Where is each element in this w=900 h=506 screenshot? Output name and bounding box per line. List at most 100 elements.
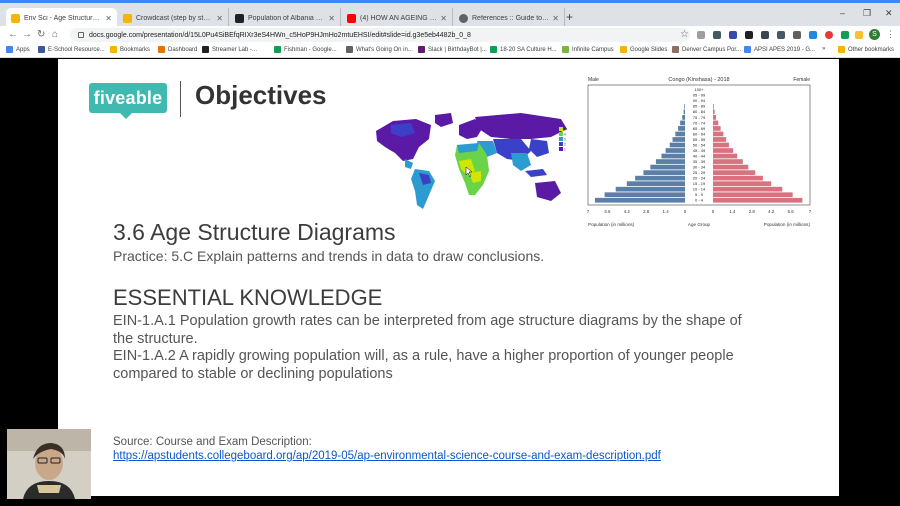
close-icon[interactable]: ✕ — [216, 14, 223, 23]
slide-header: Objectives — [195, 80, 327, 110]
bookmark-label: 18-20 SA Culture H... — [500, 46, 557, 53]
extension-icon[interactable] — [855, 31, 863, 39]
male-bar — [683, 109, 685, 115]
site-icon — [490, 46, 497, 53]
female-bar — [713, 197, 803, 203]
male-bar — [678, 126, 685, 131]
bookmark-other[interactable]: Other bookmarks — [838, 46, 894, 53]
bookmark-google-slides[interactable]: Google Slides — [620, 46, 667, 53]
bookmark-whats-going-on[interactable]: What's Going On in... — [346, 46, 413, 53]
tab-title: References :: Guide to Country P — [472, 15, 550, 22]
male-bar — [682, 115, 685, 120]
x-tick-label: 7 — [809, 209, 812, 214]
presentation-slide: fiveable Objectives 5+ 4 3 2 1 Male Cong… — [58, 59, 839, 496]
site-icon — [38, 46, 45, 53]
star-icon — [110, 46, 117, 53]
legend-swatch — [559, 132, 563, 136]
minimize-button[interactable]: – — [840, 8, 845, 18]
bookmark-denver-campus[interactable]: Denver Campus Por... — [672, 46, 741, 53]
logo-tail — [120, 113, 132, 119]
extension-icon[interactable] — [697, 31, 705, 39]
age-group-label: 90 - 94 — [693, 98, 706, 103]
bookmark-slack[interactable]: Slack | BirthdayBot |... — [418, 46, 487, 53]
new-tab-button[interactable]: + — [566, 10, 573, 24]
bookmark-apps[interactable]: Apps — [6, 46, 30, 53]
age-group-label: 55 - 59 — [693, 137, 706, 142]
x-tick-label: 7 — [587, 209, 590, 214]
male-bar — [684, 103, 685, 109]
legend-swatch — [559, 127, 563, 131]
extension-icon[interactable] — [841, 31, 849, 39]
url-bar[interactable]: docs.google.com/presentation/d/15L0Pu4Si… — [70, 28, 690, 42]
male-bar — [615, 186, 685, 192]
maximize-button[interactable]: ❐ — [863, 8, 871, 19]
extension-icon[interactable] — [809, 31, 817, 39]
extension-icon[interactable] — [745, 31, 753, 39]
close-icon[interactable]: ✕ — [440, 14, 447, 23]
bookmark-eschool[interactable]: E-School Resource... — [38, 46, 105, 53]
drive-icon — [274, 46, 281, 53]
slides-icon — [11, 14, 20, 23]
extension-icon[interactable] — [729, 31, 737, 39]
male-bar — [635, 175, 685, 181]
x-axis-label-right: Population (in millions) — [764, 222, 811, 227]
bookmark-bookmarks[interactable]: Bookmarks — [110, 46, 150, 53]
menu-icon[interactable]: ⋮ — [886, 29, 895, 40]
bookmark-streamer-lab[interactable]: Streamer Lab -... — [202, 46, 257, 53]
bookmark-label: Streamer Lab -... — [212, 46, 258, 53]
source-link[interactable]: https://apstudents.collegeboard.org/ap/2… — [113, 450, 661, 462]
female-bar — [713, 153, 738, 159]
folder-icon — [838, 46, 845, 53]
extension-icon[interactable] — [793, 31, 801, 39]
tab-title: Population of Albania 2017 - Pop — [248, 15, 325, 22]
profile-avatar[interactable]: S — [869, 29, 880, 40]
reload-icon[interactable]: ↻ — [37, 29, 45, 41]
female-bar — [713, 142, 729, 148]
bookmarks-overflow[interactable]: » — [822, 46, 825, 52]
essential-knowledge-1: EIN-1.A.1 Population growth rates can be… — [113, 313, 742, 347]
tab-title: (4) HOW AN AGEING POPULATIO — [360, 15, 437, 22]
bookmark-sa-culture[interactable]: 18-20 SA Culture H... — [490, 46, 557, 53]
site-icon — [202, 46, 209, 53]
home-icon[interactable]: ⌂ — [52, 29, 58, 41]
female-bar — [713, 192, 793, 198]
extension-icon[interactable] — [825, 31, 833, 39]
bookmark-dashboard[interactable]: Dashboard — [158, 46, 197, 53]
apps-grid-icon — [6, 46, 13, 53]
male-bar — [672, 137, 685, 142]
forward-icon[interactable]: → — [22, 29, 32, 41]
male-bar — [655, 159, 685, 164]
bookmark-apsi-apes[interactable]: APSI APES 2019 - G... — [744, 46, 815, 53]
male-bar — [604, 192, 685, 198]
bookmarks-bar: Apps E-School Resource... Bookmarks Dash… — [0, 44, 900, 58]
bookmark-star-icon[interactable]: ☆ — [680, 29, 689, 40]
age-group-label: 75 - 79 — [693, 115, 706, 120]
x-tick-label: 2.8 — [643, 209, 650, 214]
slides-icon — [620, 46, 627, 53]
bookmark-fishman[interactable]: Fishman - Google... — [274, 46, 337, 53]
extension-icon[interactable] — [713, 31, 721, 39]
age-group-label: 95 - 99 — [693, 93, 706, 98]
practice-text: Practice: 5.C Explain patterns and trend… — [113, 248, 545, 264]
bookmark-label: Google Slides — [630, 46, 668, 53]
extension-icon[interactable] — [777, 31, 785, 39]
close-icon[interactable]: ✕ — [105, 14, 112, 23]
male-bar — [665, 148, 685, 153]
back-icon[interactable]: ← — [8, 29, 18, 41]
legend-label: 1 — [564, 148, 566, 152]
tab-title: Crowdcast (step by step) - Google — [136, 15, 214, 22]
window-close-button[interactable]: ✕ — [885, 8, 893, 19]
legend-label: 2 — [564, 143, 566, 147]
close-icon[interactable]: ✕ — [552, 14, 559, 23]
close-icon[interactable]: ✕ — [328, 14, 335, 23]
bookmark-label: E-School Resource... — [48, 46, 105, 53]
x-tick-label: 1.4 — [663, 209, 670, 214]
extension-icon[interactable] — [761, 31, 769, 39]
male-bar — [669, 142, 685, 148]
female-bar — [713, 164, 749, 170]
age-group-label: 50 - 54 — [693, 142, 706, 147]
x-tick-label: 5.6 — [604, 209, 611, 214]
female-bar — [713, 175, 763, 181]
bookmark-infinite-campus[interactable]: Infinite Campus — [562, 46, 614, 53]
age-group-label: 65 - 69 — [693, 126, 706, 131]
